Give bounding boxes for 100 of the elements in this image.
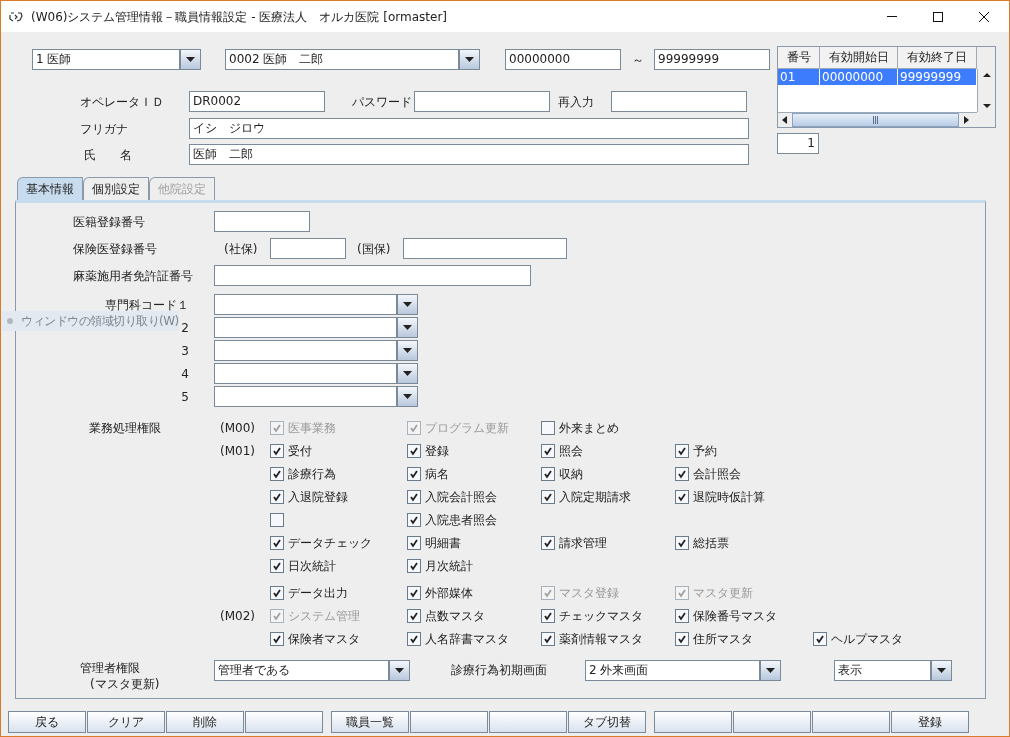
table-cell[interactable]: 00000000: [820, 69, 898, 85]
checkbox[interactable]: [407, 512, 421, 527]
checkbox[interactable]: [541, 535, 555, 550]
function-key-button[interactable]: [654, 711, 732, 733]
dropdown-button[interactable]: [459, 49, 480, 70]
checkbox[interactable]: [675, 631, 689, 646]
checkbox-label[interactable]: 外来まとめ: [559, 418, 619, 437]
dropdown-button[interactable]: [931, 660, 952, 681]
dropdown-field[interactable]: 1 医師: [32, 49, 180, 70]
checkbox[interactable]: [541, 608, 555, 623]
text-field[interactable]: 医師 二郎: [189, 144, 749, 165]
checkbox[interactable]: [407, 585, 421, 600]
dropdown-button[interactable]: [397, 363, 418, 384]
checkbox-label[interactable]: 月次統計: [425, 556, 473, 575]
dropdown-button[interactable]: [397, 340, 418, 361]
checkbox[interactable]: [407, 631, 421, 646]
dropdown-button[interactable]: [397, 386, 418, 407]
checkbox[interactable]: [407, 443, 421, 458]
table-cell[interactable]: 01: [778, 69, 820, 85]
checkbox[interactable]: [407, 558, 421, 573]
dropdown-button[interactable]: [397, 294, 418, 315]
function-key-button[interactable]: [489, 711, 567, 733]
checkbox-label[interactable]: 入院会計照会: [425, 487, 497, 506]
checkbox[interactable]: [675, 489, 689, 504]
dropdown-field[interactable]: [214, 294, 397, 315]
dropdown-button[interactable]: [180, 49, 201, 70]
text-field[interactable]: DR0002: [189, 91, 325, 112]
dropdown-field[interactable]: [214, 340, 397, 361]
checkbox[interactable]: [270, 443, 284, 458]
count-field[interactable]: 1: [777, 133, 819, 154]
checkbox[interactable]: [541, 443, 555, 458]
column-header[interactable]: 有効終了日: [898, 47, 977, 69]
column-header[interactable]: 番号: [778, 47, 820, 69]
checkbox-label[interactable]: 薬剤情報マスタ: [559, 629, 643, 648]
checkbox[interactable]: [270, 535, 284, 550]
text-field[interactable]: 00000000: [505, 49, 621, 70]
checkbox-label[interactable]: 住所マスタ: [693, 629, 753, 648]
checkbox[interactable]: [675, 466, 689, 481]
column-header[interactable]: 有効開始日: [820, 47, 898, 69]
dropdown-field[interactable]: 2 外来画面: [585, 660, 760, 681]
checkbox-label[interactable]: 保険者マスタ: [288, 629, 360, 648]
function-key-button[interactable]: 削除: [166, 711, 244, 733]
function-key-button[interactable]: [245, 711, 323, 733]
dropdown-field[interactable]: [214, 317, 397, 338]
function-key-button[interactable]: 登録: [891, 711, 969, 733]
dropdown-field[interactable]: [214, 363, 397, 384]
tab[interactable]: 個別設定: [83, 177, 149, 200]
text-field[interactable]: [270, 238, 346, 259]
checkbox[interactable]: [270, 512, 284, 527]
dropdown-button[interactable]: [760, 660, 781, 681]
function-key-button[interactable]: 戻る: [8, 711, 86, 733]
checkbox-label[interactable]: 外部媒体: [425, 583, 473, 602]
checkbox[interactable]: [675, 608, 689, 623]
password-field[interactable]: [611, 91, 747, 112]
checkbox[interactable]: [407, 489, 421, 504]
dropdown-field[interactable]: 表示: [834, 660, 931, 681]
checkbox[interactable]: [270, 489, 284, 504]
checkbox-label[interactable]: 入院患者照会: [425, 510, 497, 529]
dropdown-button[interactable]: [397, 317, 418, 338]
dropdown-field[interactable]: 0002 医師 二郎: [225, 49, 459, 70]
checkbox[interactable]: [407, 466, 421, 481]
checkbox[interactable]: [675, 443, 689, 458]
checkbox[interactable]: [270, 558, 284, 573]
dropdown-button[interactable]: [389, 660, 410, 681]
scrollbar-thumb[interactable]: [792, 113, 959, 127]
checkbox-label[interactable]: 会計照会: [693, 464, 741, 483]
checkbox-label[interactable]: 請求管理: [559, 533, 607, 552]
checkbox-label[interactable]: データチェック: [288, 533, 372, 552]
function-key-button[interactable]: タブ切替: [568, 711, 646, 733]
checkbox-label[interactable]: 診療行為: [288, 464, 336, 483]
text-field[interactable]: 99999999: [654, 49, 770, 70]
text-field[interactable]: [403, 238, 567, 259]
checkbox-label[interactable]: 収納: [559, 464, 583, 483]
checkbox-label[interactable]: 日次統計: [288, 556, 336, 575]
checkbox[interactable]: [407, 608, 421, 623]
table-cell[interactable]: 99999999: [898, 69, 977, 85]
checkbox-label[interactable]: 受付: [288, 441, 312, 460]
checkbox-label[interactable]: 保険番号マスタ: [693, 606, 777, 625]
checkbox[interactable]: [541, 631, 555, 646]
function-key-button[interactable]: [410, 711, 488, 733]
function-key-button[interactable]: 職員一覧: [331, 711, 409, 733]
checkbox[interactable]: [541, 420, 555, 435]
function-key-button[interactable]: [733, 711, 811, 733]
checkbox[interactable]: [270, 585, 284, 600]
checkbox[interactable]: [541, 466, 555, 481]
checkbox[interactable]: [407, 535, 421, 550]
checkbox[interactable]: [813, 631, 827, 646]
dropdown-field[interactable]: 管理者である: [214, 660, 389, 681]
function-key-button[interactable]: [812, 711, 890, 733]
checkbox-label[interactable]: 登録: [425, 441, 449, 460]
checkbox-label[interactable]: 病名: [425, 464, 449, 483]
checkbox-label[interactable]: ヘルプマスタ: [831, 629, 903, 648]
checkbox-label[interactable]: 明細書: [425, 533, 461, 552]
checkbox[interactable]: [675, 535, 689, 550]
dropdown-field[interactable]: [214, 386, 397, 407]
checkbox-label[interactable]: 入院定期請求: [559, 487, 631, 506]
text-field[interactable]: [214, 211, 310, 232]
password-field[interactable]: [414, 91, 550, 112]
function-key-button[interactable]: クリア: [87, 711, 165, 733]
tab[interactable]: 基本情報: [17, 177, 83, 200]
